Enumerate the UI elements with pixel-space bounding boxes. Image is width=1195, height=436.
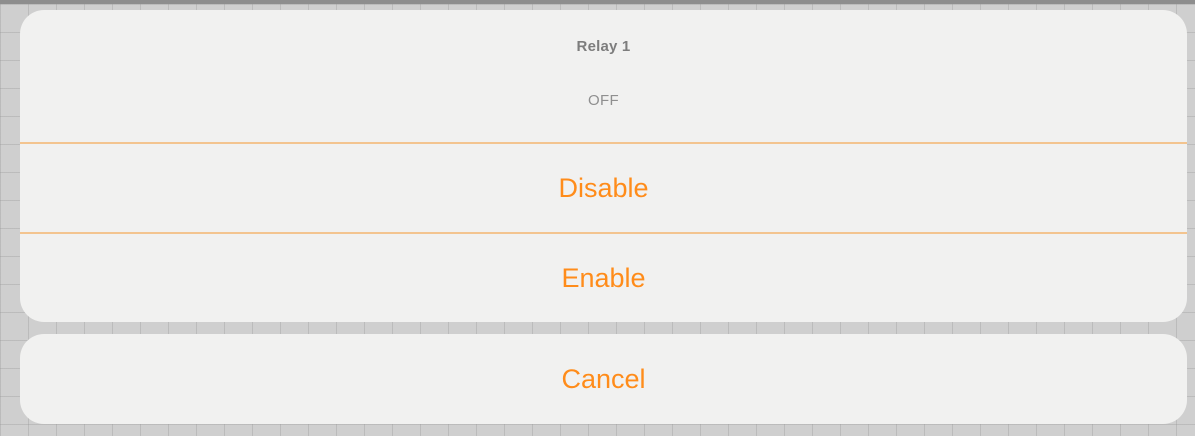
action-sheet-title: Relay 1 [576,38,631,55]
enable-button[interactable]: Enable [20,234,1187,322]
action-sheet-message: OFF [588,92,619,109]
cancel-button[interactable]: Cancel [20,334,1187,424]
disable-button[interactable]: Disable [20,144,1187,232]
cancel-sheet: Cancel [20,334,1187,424]
action-sheet: Relay 1 OFF Disable Enable [20,10,1187,322]
action-sheet-header: Relay 1 OFF [20,10,1187,142]
